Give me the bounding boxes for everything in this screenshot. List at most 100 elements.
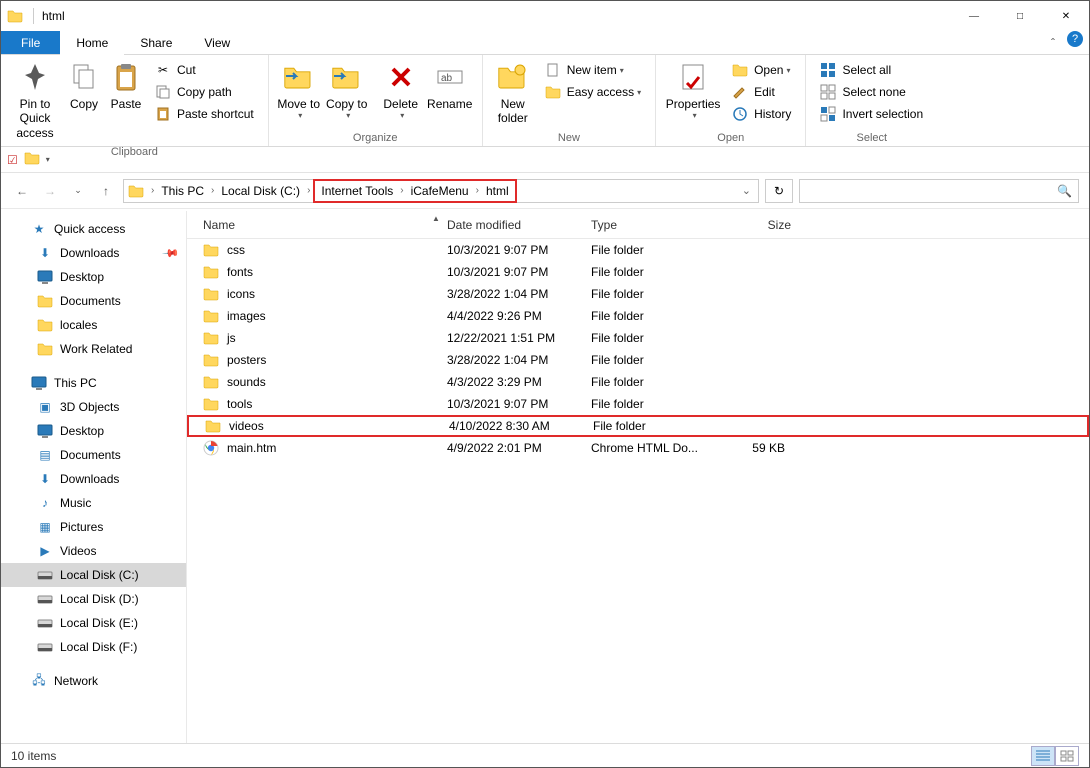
select-all-button[interactable]: Select all: [816, 59, 927, 81]
chevron-right-icon[interactable]: ›: [397, 185, 406, 196]
close-button[interactable]: ✕: [1043, 1, 1089, 31]
select-none-button[interactable]: Select none: [816, 81, 927, 103]
copy-path-button[interactable]: Copy path: [151, 81, 258, 103]
file-row[interactable]: main.htm4/9/2022 2:01 PMChrome HTML Do..…: [187, 437, 1089, 459]
address-dropdown-button[interactable]: ⌄: [739, 184, 754, 197]
open-button[interactable]: Open▾: [728, 59, 795, 81]
history-button[interactable]: History: [728, 103, 795, 125]
collapse-ribbon-button[interactable]: ˆ: [1043, 31, 1063, 54]
pin-to-quick-access-button[interactable]: Pin to Quick access: [7, 57, 63, 144]
copy-to-button[interactable]: Copy to▾: [323, 57, 371, 125]
file-tab[interactable]: File: [1, 31, 60, 54]
column-header-type[interactable]: Type: [591, 218, 709, 232]
drive-icon: [37, 639, 53, 655]
tree-documents[interactable]: ▤Documents: [1, 443, 186, 467]
file-name: images: [227, 309, 447, 323]
address-bar[interactable]: › This PC › Local Disk (C:) › Internet T…: [123, 179, 759, 203]
chevron-right-icon[interactable]: ›: [304, 185, 313, 196]
chevron-right-icon[interactable]: ›: [148, 185, 157, 196]
file-row[interactable]: tools10/3/2021 9:07 PMFile folder: [187, 393, 1089, 415]
file-name: tools: [227, 397, 447, 411]
file-row[interactable]: images4/4/2022 9:26 PMFile folder: [187, 305, 1089, 327]
tree-network[interactable]: 🖧Network: [1, 669, 186, 693]
file-date: 10/3/2021 9:07 PM: [447, 243, 591, 257]
file-row[interactable]: js12/22/2021 1:51 PMFile folder: [187, 327, 1089, 349]
edit-button[interactable]: Edit: [728, 81, 795, 103]
view-tab[interactable]: View: [188, 31, 246, 54]
desktop-icon: [37, 269, 53, 285]
new-folder-button[interactable]: New folder: [489, 57, 537, 130]
breadcrumb-icafemenu[interactable]: iCafeMenu: [407, 181, 473, 201]
tree-local-disk-d[interactable]: Local Disk (D:): [1, 587, 186, 611]
large-icons-view-button[interactable]: [1055, 746, 1079, 766]
qat-check-icon[interactable]: ☑: [7, 153, 18, 167]
qat-folder-icon[interactable]: [24, 150, 40, 169]
file-row[interactable]: fonts10/3/2021 9:07 PMFile folder: [187, 261, 1089, 283]
column-header-name[interactable]: Name▲: [187, 218, 447, 232]
tree-videos[interactable]: ▶Videos: [1, 539, 186, 563]
column-header-size[interactable]: Size: [709, 218, 791, 232]
invert-selection-button[interactable]: Invert selection: [816, 103, 927, 125]
tree-work-related[interactable]: Work Related: [1, 337, 186, 361]
breadcrumb-this-pc[interactable]: This PC: [157, 180, 208, 202]
tree-this-pc[interactable]: This PC: [1, 371, 186, 395]
tree-3d-objects[interactable]: ▣3D Objects: [1, 395, 186, 419]
file-row[interactable]: sounds4/3/2022 3:29 PMFile folder: [187, 371, 1089, 393]
copy-button[interactable]: Copy: [63, 57, 105, 115]
window-folder-icon: [7, 8, 23, 24]
file-row[interactable]: css10/3/2021 9:07 PMFile folder: [187, 239, 1089, 261]
chevron-right-icon[interactable]: ›: [473, 185, 482, 196]
downloads-icon: ⬇: [37, 245, 53, 261]
breadcrumb-highlighted-path: Internet Tools › iCafeMenu › html: [313, 179, 516, 203]
tree-local-disk-c[interactable]: Local Disk (C:): [1, 563, 186, 587]
titlebar: html — □ ✕: [1, 1, 1089, 31]
cut-button[interactable]: ✂Cut: [151, 59, 258, 81]
tree-local-disk-e[interactable]: Local Disk (E:): [1, 611, 186, 635]
tree-pictures[interactable]: ▦Pictures: [1, 515, 186, 539]
help-icon[interactable]: ?: [1067, 31, 1083, 47]
search-input[interactable]: 🔍: [799, 179, 1079, 203]
file-row[interactable]: posters3/28/2022 1:04 PMFile folder: [187, 349, 1089, 371]
new-item-button[interactable]: New item▾: [541, 59, 645, 81]
tree-desktop-qa[interactable]: Desktop: [1, 265, 186, 289]
qat-dropdown-icon[interactable]: ▾: [46, 155, 50, 164]
back-button[interactable]: ←: [11, 180, 33, 202]
file-row[interactable]: icons3/28/2022 1:04 PMFile folder: [187, 283, 1089, 305]
tree-music[interactable]: ♪Music: [1, 491, 186, 515]
tree-downloads-qa[interactable]: ⬇Downloads📌: [1, 241, 186, 265]
move-to-button[interactable]: Move to▾: [275, 57, 323, 125]
maximize-button[interactable]: □: [997, 1, 1043, 31]
forward-button[interactable]: →: [39, 180, 61, 202]
tree-quick-access[interactable]: ★Quick access: [1, 217, 186, 241]
tree-downloads[interactable]: ⬇Downloads: [1, 467, 186, 491]
tree-desktop[interactable]: Desktop: [1, 419, 186, 443]
network-icon: 🖧: [31, 673, 47, 689]
up-button[interactable]: ↑: [95, 180, 117, 202]
desktop-icon: [37, 423, 53, 439]
column-header-date[interactable]: Date modified: [447, 218, 591, 232]
details-view-button[interactable]: [1031, 746, 1055, 766]
file-name: fonts: [227, 265, 447, 279]
file-name: css: [227, 243, 447, 257]
breadcrumb-internet-tools[interactable]: Internet Tools: [317, 181, 397, 201]
tree-locales[interactable]: locales: [1, 313, 186, 337]
chevron-right-icon[interactable]: ›: [208, 185, 217, 196]
pin-icon: [19, 61, 51, 93]
minimize-button[interactable]: —: [951, 1, 997, 31]
refresh-button[interactable]: ↻: [765, 179, 793, 203]
breadcrumb-html[interactable]: html: [482, 181, 513, 201]
paste-shortcut-button[interactable]: Paste shortcut: [151, 103, 258, 125]
recent-locations-button[interactable]: ⌄: [67, 180, 89, 202]
file-date: 10/3/2021 9:07 PM: [447, 265, 591, 279]
easy-access-button[interactable]: Easy access▾: [541, 81, 645, 103]
rename-button[interactable]: ab Rename: [424, 57, 476, 115]
breadcrumb-local-disk-c[interactable]: Local Disk (C:): [217, 180, 304, 202]
share-tab[interactable]: Share: [124, 31, 188, 54]
home-tab[interactable]: Home: [60, 31, 124, 54]
paste-button[interactable]: Paste: [105, 57, 147, 115]
tree-documents-qa[interactable]: Documents: [1, 289, 186, 313]
tree-local-disk-f[interactable]: Local Disk (F:): [1, 635, 186, 659]
properties-button[interactable]: Properties▾: [662, 57, 724, 125]
file-row[interactable]: videos4/10/2022 8:30 AMFile folder: [187, 415, 1089, 437]
delete-button[interactable]: Delete▾: [378, 57, 424, 125]
